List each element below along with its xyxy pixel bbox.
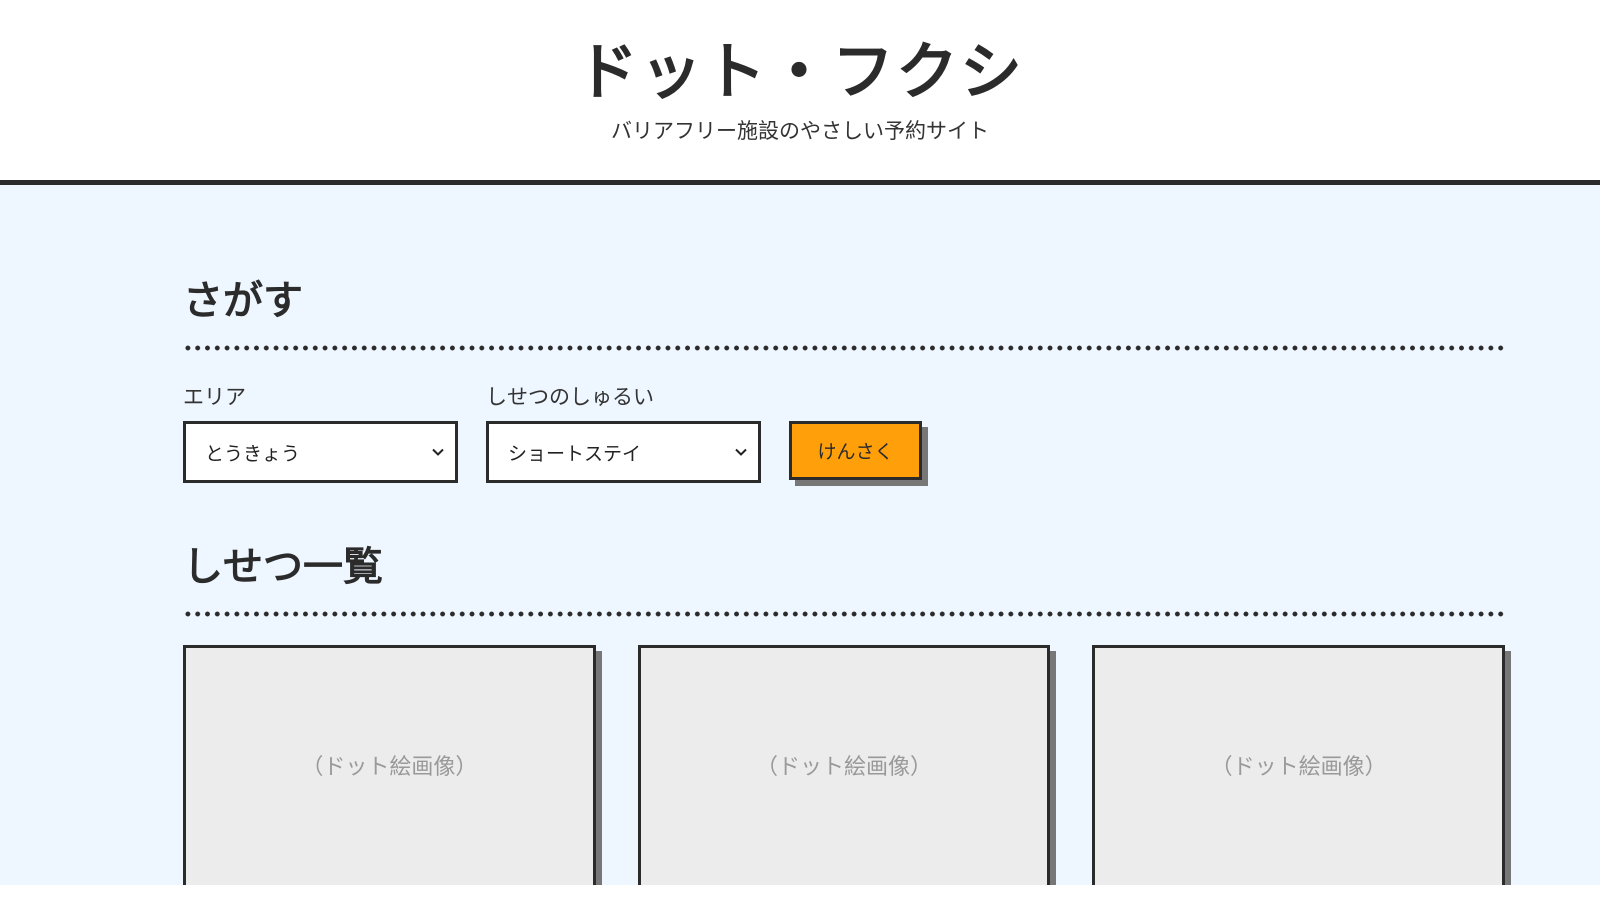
facility-type-field: しせつのしゅるい ショートステイ <box>486 381 761 483</box>
dotted-divider <box>183 611 1505 617</box>
facility-card[interactable]: （ドット絵画像） <box>183 645 596 885</box>
card-image-placeholder: （ドット絵画像） <box>301 755 478 780</box>
content-container: さがす エリア とうきょう しせつのしゅるい ショートステイ けんさく しせつ一… <box>183 279 1506 885</box>
area-label: エリア <box>183 385 246 409</box>
search-section: さがす エリア とうきょう しせつのしゅるい ショートステイ けんさく <box>183 279 1505 483</box>
card-image-placeholder: （ドット絵画像） <box>756 755 933 780</box>
facility-card[interactable]: （ドット絵画像） <box>1092 645 1506 885</box>
area-select-value: とうきょう <box>205 442 301 465</box>
facility-cards: （ドット絵画像） （ドット絵画像） （ドット絵画像） <box>183 645 1506 885</box>
area-field: エリア とうきょう <box>183 381 458 483</box>
facility-type-label: しせつのしゅるい <box>486 385 654 409</box>
facility-card[interactable]: （ドット絵画像） <box>637 645 1051 885</box>
facility-list-section: しせつ一覧 （ドット絵画像） （ドット絵画像） （ドット絵画像） <box>183 544 1506 885</box>
page: ドット・フクシ バリアフリー施設のやさしい予約サイト さがす エリア とうきょう <box>0 0 1600 900</box>
search-form: エリア とうきょう しせつのしゅるい ショートステイ けんさく <box>183 381 1505 483</box>
site-subtitle: バリアフリー施設のやさしい予約サイト <box>611 119 989 144</box>
site-header: ドット・フクシ バリアフリー施設のやさしい予約サイト <box>0 0 1600 185</box>
facility-type-select[interactable]: ショートステイ <box>486 421 761 483</box>
dotted-divider <box>183 345 1505 351</box>
chevron-down-icon <box>432 448 444 456</box>
card-image-placeholder: （ドット絵画像） <box>1210 755 1387 780</box>
site-title[interactable]: ドット・フクシ <box>0 36 1600 108</box>
area-select[interactable]: とうきょう <box>183 421 458 483</box>
facility-list-heading: しせつ一覧 <box>183 544 383 590</box>
search-heading: さがす <box>183 278 303 324</box>
chevron-down-icon <box>735 448 747 456</box>
search-button[interactable]: けんさく <box>789 421 922 480</box>
facility-type-select-value: ショートステイ <box>508 442 642 465</box>
main-content: さがす エリア とうきょう しせつのしゅるい ショートステイ けんさく しせつ一… <box>0 185 1600 885</box>
